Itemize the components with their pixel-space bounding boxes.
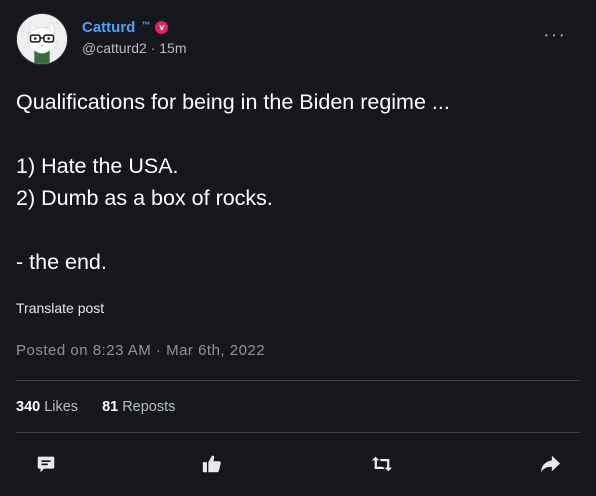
post-timestamp: Posted on 8:23 AM · Mar 6th, 2022: [16, 342, 266, 359]
likes-stat[interactable]: 340 Likes: [16, 399, 78, 415]
reposts-stat[interactable]: 81 Reposts: [102, 399, 175, 415]
author-handle-row: @catturd2 · 15m: [82, 40, 187, 56]
reposts-count: 81: [102, 399, 119, 415]
post-card: Catturd ™ v @catturd2 · 15m ··· Qualific…: [0, 0, 596, 496]
action-bar: [0, 450, 596, 478]
trademark-symbol: ™: [141, 19, 151, 30]
post-text: Qualifications for being in the Biden re…: [16, 90, 450, 274]
handle-separator: ·: [150, 40, 156, 56]
avatar[interactable]: [16, 13, 68, 65]
likes-count: 340: [16, 399, 41, 415]
comment-icon: [37, 456, 55, 473]
repost-icon: [371, 456, 393, 472]
share-arrow-icon: [540, 455, 561, 473]
author-handle[interactable]: @catturd2: [82, 40, 147, 56]
author-display-name[interactable]: Catturd: [82, 19, 135, 36]
likes-label: Likes: [44, 399, 79, 415]
engagement-stats: 340 Likes 81 Reposts: [16, 399, 175, 415]
author-name-row: Catturd ™ v: [82, 19, 169, 36]
share-button[interactable]: [536, 450, 564, 478]
divider: [16, 380, 580, 381]
thumbs-up-icon: [202, 455, 221, 473]
post-time-ago: 15m: [159, 40, 187, 56]
reply-button[interactable]: [32, 450, 60, 478]
like-button[interactable]: [198, 450, 226, 478]
reposts-label: Reposts: [122, 399, 176, 415]
more-options-icon[interactable]: ···: [543, 25, 566, 45]
repost-button[interactable]: [368, 450, 396, 478]
verified-badge-icon: v: [155, 21, 169, 34]
cat-avatar-icon: [17, 14, 67, 64]
divider: [16, 432, 580, 433]
translate-post-link[interactable]: Translate post: [16, 300, 104, 316]
